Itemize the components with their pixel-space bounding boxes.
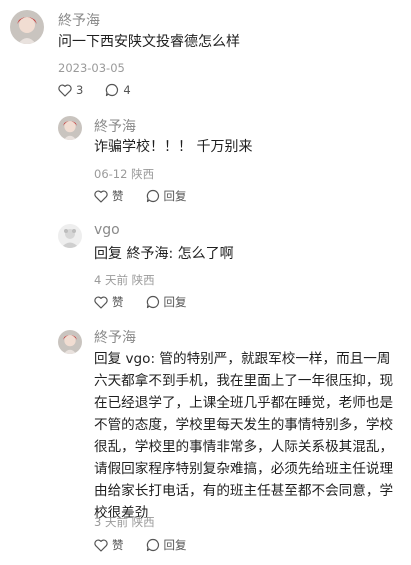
like-button[interactable]: 赞 <box>94 294 124 310</box>
comment-text: 回复 終予海: 怎么了啊 <box>94 246 234 262</box>
heart-icon <box>94 295 108 309</box>
comment-text: 诈骗学校！！！ 千万别来 <box>94 139 253 155</box>
like-label: 赞 <box>112 189 124 203</box>
avatar-image-icon <box>10 10 44 44</box>
avatar-image-icon <box>58 224 82 248</box>
avatar-image-icon <box>58 116 82 140</box>
like-button[interactable]: 赞 <box>94 188 124 204</box>
comment-actions: 3 4 <box>58 83 153 97</box>
reply-count-button[interactable]: 4 <box>105 83 131 97</box>
reply-label: 回复 <box>163 538 187 552</box>
comment-actions: 赞 回复 <box>94 537 209 553</box>
heart-icon <box>94 189 108 203</box>
reply-button[interactable]: 回复 <box>146 294 187 310</box>
comment-author[interactable]: vgo <box>94 222 120 238</box>
chat-bubble-icon <box>146 189 159 203</box>
comment-text: 回复 vgo: 管的特别严，就跟军校一样，而且一周六天都拿不到手机，我在里面上了… <box>94 351 394 521</box>
chat-bubble-icon <box>146 538 159 552</box>
like-label: 赞 <box>112 295 124 309</box>
like-button[interactable]: 赞 <box>94 537 124 553</box>
like-count: 3 <box>76 83 84 97</box>
comment-date: 2023-03-05 <box>58 61 125 75</box>
comment-actions: 赞 回复 <box>94 188 209 204</box>
comment-author[interactable]: 終予海 <box>94 327 136 347</box>
chat-bubble-icon <box>106 83 119 97</box>
reply-button[interactable]: 回复 <box>146 537 187 553</box>
avatar[interactable] <box>58 330 82 354</box>
comment-date: 3 天前 陕西 <box>94 515 155 529</box>
comment-author[interactable]: 終予海 <box>58 10 100 30</box>
reply-label: 回复 <box>163 295 187 309</box>
reply-button[interactable]: 回复 <box>146 188 187 204</box>
avatar-image-icon <box>58 330 82 354</box>
like-label: 赞 <box>112 538 124 552</box>
avatar[interactable] <box>58 116 82 140</box>
like-button[interactable]: 3 <box>58 83 83 97</box>
avatar[interactable] <box>58 224 82 248</box>
heart-icon <box>58 83 72 97</box>
chat-bubble-icon <box>146 295 159 309</box>
comment-date: 06-12 陕西 <box>94 167 155 181</box>
heart-icon <box>94 538 108 552</box>
reply-label: 回复 <box>163 189 187 203</box>
comment-actions: 赞 回复 <box>94 294 209 310</box>
comment-text: 问一下西安陕文投睿德怎么样 <box>58 34 240 50</box>
avatar[interactable] <box>10 10 44 44</box>
comment-author[interactable]: 終予海 <box>94 116 136 136</box>
reply-count: 4 <box>123 83 131 97</box>
comment-date: 4 天前 陕西 <box>94 273 155 287</box>
